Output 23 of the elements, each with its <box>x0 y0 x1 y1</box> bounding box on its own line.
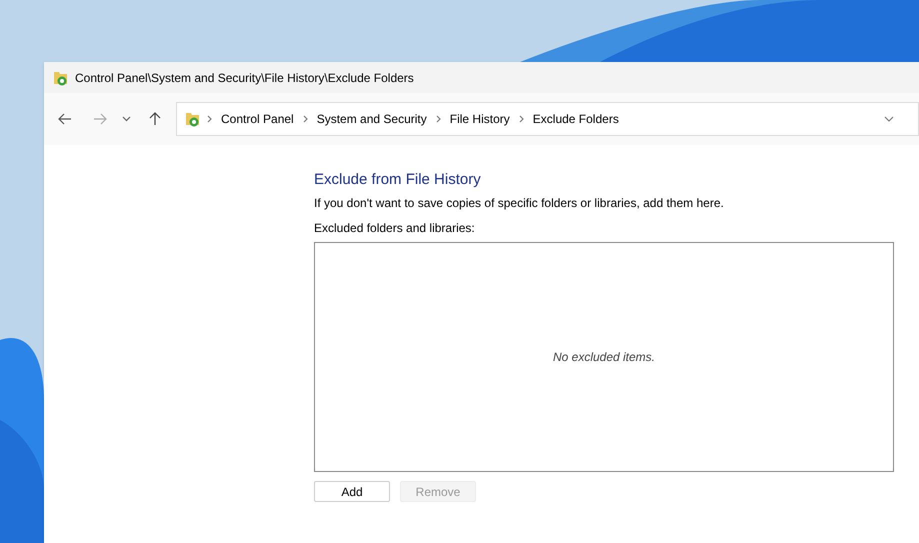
list-label: Excluded folders and libraries: <box>314 220 476 237</box>
page-heading: Exclude from File History <box>314 170 482 190</box>
chevron-icon <box>518 115 524 123</box>
chevron-icon <box>436 115 441 123</box>
folder-icon <box>185 111 201 127</box>
empty-list-message: No excluded items. <box>552 349 656 366</box>
breadcrumb-item[interactable]: File History <box>450 110 510 128</box>
dropdown-icon[interactable] <box>884 116 894 122</box>
folder-icon <box>53 70 69 86</box>
excluded-items-list[interactable]: No excluded items. <box>314 242 894 472</box>
window-title: Control Panel\System and Security\File History\Exclude Folders <box>75 70 414 86</box>
action-button[interactable]: Add <box>314 481 390 502</box>
chevron-down-icon <box>122 116 130 122</box>
breadcrumb-item[interactable]: System and Security <box>316 110 427 128</box>
chevron-icon <box>302 115 308 123</box>
breadcrumb-item[interactable]: Exclude Folders <box>532 110 619 128</box>
breadcrumb-item[interactable]: Control Panel <box>221 110 294 128</box>
back-arrow-icon <box>58 113 72 125</box>
forward-arrow-icon <box>93 113 107 125</box>
description-text: If you don't want to save copies of specific folders or libraries, add them here. <box>314 195 725 212</box>
up-arrow-icon <box>149 112 161 126</box>
chevron-icon <box>207 115 212 123</box>
address-bar[interactable]: Control Panel System and Security File History Exclude Folders <box>176 102 919 136</box>
